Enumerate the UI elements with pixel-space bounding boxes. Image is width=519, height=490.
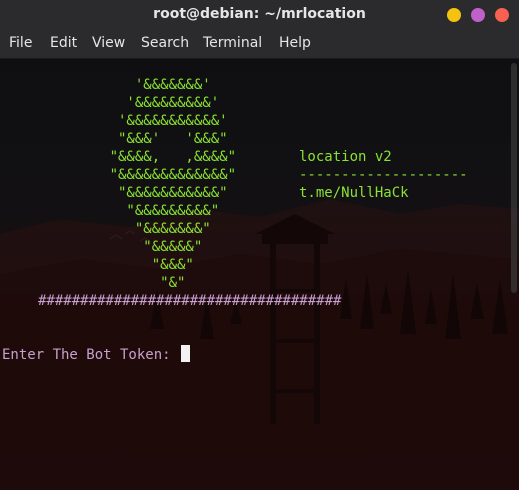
art-line: "&" xyxy=(0,275,186,291)
ascii-art-logo: '&&&&&&&' '&&&&&&&&&' '&&&&&&&&&&&' "&&&… xyxy=(0,76,236,292)
terminal-area[interactable]: '&&&&&&&' '&&&&&&&&&' '&&&&&&&&&&&' "&&&… xyxy=(0,59,519,490)
text-cursor[interactable] xyxy=(181,345,191,362)
art-line: "&&&" xyxy=(0,257,194,273)
art-line: "&&&' '&&&" xyxy=(0,131,228,147)
menu-help[interactable]: Help xyxy=(279,35,311,51)
art-line: "&&&&, ,&&&&" xyxy=(0,149,237,165)
bot-token-prompt: Enter The Bot Token: xyxy=(2,347,180,363)
art-line: '&&&&&&&&&&&' xyxy=(0,113,228,129)
title-bar[interactable]: root@debian: ~/mrlocation xyxy=(0,0,519,30)
telegram-link: t.me/NullHaCk xyxy=(299,185,409,201)
tool-info: location v2 -------------------- t.me/Null… xyxy=(299,148,468,202)
menu-search[interactable]: Search xyxy=(141,35,189,51)
close-button[interactable] xyxy=(495,8,509,22)
art-line: '&&&&&&&' xyxy=(0,77,211,93)
hash-divider: #################################### xyxy=(38,293,342,309)
art-line: "&&&&&" xyxy=(0,239,203,255)
terminal-scrollbar[interactable] xyxy=(511,63,517,293)
tool-name: location v2 xyxy=(299,149,392,165)
art-line: "&&&&&&&" xyxy=(0,221,211,237)
menu-edit[interactable]: Edit xyxy=(50,35,77,51)
menu-terminal[interactable]: Terminal xyxy=(203,35,262,51)
window-title: root@debian: ~/mrlocation xyxy=(153,6,366,22)
menu-bar: File Edit View Search Terminal Help xyxy=(0,30,519,59)
art-line: "&&&&&&&&&" xyxy=(0,203,220,219)
terminal-window: root@debian: ~/mrlocation File Edit View… xyxy=(0,0,519,490)
info-separator: -------------------- xyxy=(299,167,468,183)
menu-view[interactable]: View xyxy=(92,35,125,51)
menu-file[interactable]: File xyxy=(9,35,32,51)
maximize-button[interactable] xyxy=(471,8,485,22)
minimize-button[interactable] xyxy=(447,8,461,22)
prompt-line[interactable]: Enter The Bot Token: xyxy=(2,345,191,364)
art-line: '&&&&&&&&&' xyxy=(0,95,220,111)
art-line: "&&&&&&&&&&&" xyxy=(0,185,228,201)
art-line: "&&&&&&&&&&&&&" xyxy=(0,167,237,183)
